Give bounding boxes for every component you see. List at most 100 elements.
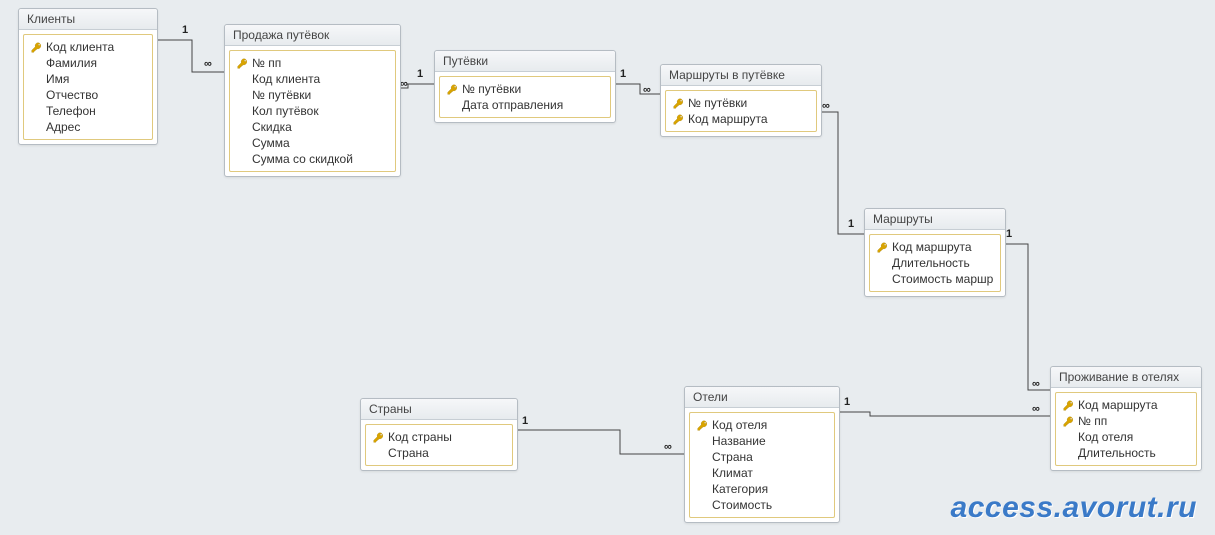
field-icon-spacer [236, 137, 248, 149]
field-row[interactable]: Дата отправления [446, 97, 604, 113]
field-label: Фамилия [46, 56, 97, 70]
entity-title: Отели [685, 387, 839, 408]
entity-routes[interactable]: Маршруты Код маршрута ДлительностьСтоимос… [864, 208, 1006, 297]
field-row[interactable]: № путёвки [236, 87, 389, 103]
field-row[interactable]: Длительность [876, 255, 994, 271]
card-routesintrip-many-2: ∞ [822, 100, 830, 112]
card-clients-one: 1 [182, 24, 188, 36]
card-trips-one-2: 1 [620, 68, 626, 80]
field-row[interactable]: Код маршрута [672, 111, 810, 127]
field-row[interactable]: Стоимость маршр [876, 271, 994, 287]
field-label: № путёвки [462, 82, 521, 96]
er-diagram-canvas: 1 ∞ 1 ∞ 1 ∞ 1 ∞ 1 ∞ 1 ∞ 1 ∞ Клиенты Код … [0, 0, 1215, 535]
field-row[interactable]: Код страны [372, 429, 506, 445]
field-row[interactable]: Климат [696, 465, 828, 481]
field-row[interactable]: Длительность [1062, 445, 1190, 461]
entity-hotel-stays[interactable]: Проживание в отелях Код маршрута№ ппКод … [1050, 366, 1202, 471]
entity-title: Клиенты [19, 9, 157, 30]
field-icon-spacer [696, 451, 708, 463]
field-label: Длительность [1078, 446, 1156, 460]
field-row[interactable]: Фамилия [30, 55, 146, 71]
field-label: Дата отправления [462, 98, 563, 112]
field-icon-spacer [696, 467, 708, 479]
card-hotelstays-many-2: ∞ [1032, 403, 1040, 415]
field-row[interactable]: Страна [696, 449, 828, 465]
field-row[interactable]: Код маршрута [876, 239, 994, 255]
entity-clients[interactable]: Клиенты Код клиентаФамилияИмяОтчествоТел… [18, 8, 158, 145]
field-row[interactable]: Скидка [236, 119, 389, 135]
field-row[interactable]: Код маршрута [1062, 397, 1190, 413]
field-row[interactable]: Сумма со скидкой [236, 151, 389, 167]
primary-key-icon [876, 241, 888, 253]
card-countries-one: 1 [522, 415, 528, 427]
field-label: Сумма со скидкой [252, 152, 353, 166]
field-row[interactable]: № пп [236, 55, 389, 71]
field-row[interactable]: Код клиента [30, 39, 146, 55]
card-sales-many-1: ∞ [204, 58, 212, 70]
field-row[interactable]: Страна [372, 445, 506, 461]
field-label: Кол путёвок [252, 104, 319, 118]
card-routes-one-1: 1 [848, 218, 854, 230]
field-label: № путёвки [688, 96, 747, 110]
field-label: Страна [388, 446, 429, 460]
field-row[interactable]: Категория [696, 481, 828, 497]
field-row[interactable]: Код отеля [696, 417, 828, 433]
field-icon-spacer [876, 257, 888, 269]
card-hotelstays-many-1: ∞ [1032, 378, 1040, 390]
field-row[interactable]: № пп [1062, 413, 1190, 429]
entity-title: Маршруты [865, 209, 1005, 230]
primary-key-icon [446, 83, 458, 95]
primary-key-icon [672, 97, 684, 109]
primary-key-icon [1062, 415, 1074, 427]
entity-title: Страны [361, 399, 517, 420]
field-icon-spacer [236, 121, 248, 133]
field-row[interactable]: Кол путёвок [236, 103, 389, 119]
entity-body: Код маршрута ДлительностьСтоимость маршр [869, 234, 1001, 292]
primary-key-icon [696, 419, 708, 431]
field-row[interactable]: Название [696, 433, 828, 449]
field-icon-spacer [696, 499, 708, 511]
field-row[interactable]: Отчество [30, 87, 146, 103]
field-icon-spacer [236, 73, 248, 85]
primary-key-icon [672, 113, 684, 125]
field-label: Название [712, 434, 766, 448]
field-row[interactable]: Код клиента [236, 71, 389, 87]
field-row[interactable]: Стоимость [696, 497, 828, 513]
watermark-text: access.avorut.ru [951, 491, 1197, 525]
primary-key-icon [1062, 399, 1074, 411]
field-row[interactable]: Имя [30, 71, 146, 87]
field-row[interactable]: Телефон [30, 103, 146, 119]
field-icon-spacer [30, 105, 42, 117]
entity-title: Проживание в отелях [1051, 367, 1201, 388]
field-row[interactable]: № путёвки [672, 95, 810, 111]
entity-body: Код отеляНазваниеСтранаКлиматКатегорияСт… [689, 412, 835, 518]
field-icon-spacer [30, 57, 42, 69]
field-label: Код маршрута [892, 240, 972, 254]
card-routes-one-2: 1 [1006, 228, 1012, 240]
field-row[interactable]: Адрес [30, 119, 146, 135]
field-label: Климат [712, 466, 753, 480]
field-label: № пп [252, 56, 281, 70]
field-icon-spacer [236, 105, 248, 117]
field-icon-spacer [1062, 431, 1074, 443]
field-icon-spacer [30, 89, 42, 101]
card-sales-many-2: ∞ [400, 78, 408, 90]
entity-trips[interactable]: Путёвки № путёвкиДата отправления [434, 50, 616, 123]
field-label: Длительность [892, 256, 970, 270]
field-row[interactable]: Сумма [236, 135, 389, 151]
field-label: Код маршрута [1078, 398, 1158, 412]
entity-body: Код страныСтрана [365, 424, 513, 466]
entity-routes-in-trip[interactable]: Маршруты в путёвке № путёвкиКод маршрута [660, 64, 822, 137]
entity-countries[interactable]: Страны Код страныСтрана [360, 398, 518, 471]
field-label: Адрес [46, 120, 80, 134]
entity-hotels[interactable]: Отели Код отеляНазваниеСтранаКлиматКатег… [684, 386, 840, 523]
entity-body: Код маршрута№ ппКод отеляДлительность [1055, 392, 1197, 466]
field-row[interactable]: № путёвки [446, 81, 604, 97]
field-label: № путёвки [252, 88, 311, 102]
field-label: Телефон [46, 104, 96, 118]
field-icon-spacer [236, 89, 248, 101]
field-row[interactable]: Код отеля [1062, 429, 1190, 445]
entity-sales[interactable]: Продажа путёвок № ппКод клиента№ путёвки… [224, 24, 401, 177]
field-label: Скидка [252, 120, 292, 134]
card-hotels-one-1: 1 [844, 396, 850, 408]
